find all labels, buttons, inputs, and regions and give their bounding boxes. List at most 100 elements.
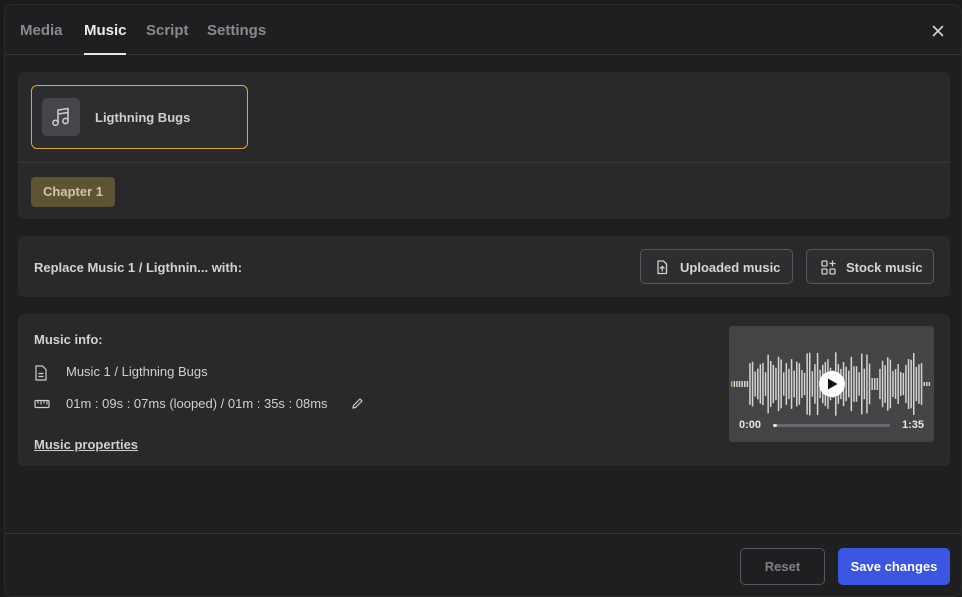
waveform-bar [868,363,871,405]
waveform-bar [770,361,772,407]
tab-music[interactable]: Music [84,22,127,39]
replace-panel: Replace Music 1 / Ligthnin... with: Uplo… [18,236,950,297]
waveform-bar [876,378,879,390]
ruler-icon [34,399,50,409]
music-dialog: Media Music Script Settings Ligthning Bu… [4,4,962,597]
waveform-bar [796,361,798,407]
close-button[interactable] [930,23,946,39]
waveform-bar [803,372,806,396]
waveform-bar [850,357,853,411]
waveform-bar [741,381,743,387]
waveform-bar [884,365,886,403]
tab-settings[interactable]: Settings [207,22,266,39]
tab-bar: Media Music Script Settings [5,5,961,55]
waveform-bar [754,371,756,397]
stock-music-label: Stock music [846,260,923,275]
waveform-bar [775,367,777,401]
waveform-bar [853,366,855,402]
waveform-bar [759,364,762,404]
waveform-bar [811,371,814,397]
waveform-bar [764,372,767,396]
tab-script[interactable]: Script [146,22,189,39]
waveform-bar [736,381,738,387]
waveform-bar [858,372,860,396]
track-name: Ligthning Bugs [95,110,191,125]
waveform-bar [783,372,785,396]
waveform-bar [881,360,884,408]
waveform-bar [907,359,910,409]
waveform-bar [801,370,803,398]
audio-player: 0:00 1:35 [729,326,934,442]
waveform-bar [923,382,925,386]
waveform-bar [757,368,759,400]
music-track-card[interactable]: Ligthning Bugs [31,85,248,149]
waveform-bar [848,370,850,398]
waveform-bar [920,363,923,405]
waveform-bar [926,382,928,386]
waveform-bar [772,365,775,404]
music-info-panel: Music info: Music 1 / Ligthning Bugs 01m… [18,314,950,466]
chapter-chip[interactable]: Chapter 1 [31,177,115,207]
waveform-bar [892,371,894,397]
waveform-bar [749,363,751,405]
waveform-bar [788,368,790,400]
seek-progress [773,424,777,427]
waveform-bar [915,366,918,402]
waveform-bar [905,364,907,403]
uploaded-music-button[interactable]: Uploaded music [640,249,793,284]
waveform-bar [767,354,769,414]
waveform-bar [806,353,808,415]
music-properties-link[interactable]: Music properties [34,437,138,452]
waveform-bar [866,354,868,414]
waveform-bar [887,357,889,411]
waveform-bar [798,363,801,405]
stock-music-button[interactable]: Stock music [806,249,934,284]
music-file-name: Music 1 / Ligthning Bugs [66,364,208,379]
waveform-bar [894,369,897,399]
waveform-bar [785,363,788,405]
waveform-bar [889,359,892,409]
waveform-bar [861,353,863,415]
stock-library-icon [821,260,836,275]
play-button[interactable] [819,371,845,397]
replace-label: Replace Music 1 / Ligthnin... with: [34,260,243,275]
waveform-bar [900,372,902,396]
waveform-bar [928,382,931,386]
total-time: 1:35 [902,419,925,431]
waveform-bar [897,364,899,404]
current-time: 0:00 [739,419,762,431]
divider [18,162,950,163]
music-duration: 01m : 09s : 07ms (looped) / 01m : 35s : … [66,396,328,411]
waveform-bar [845,366,847,402]
waveform-bar [731,381,733,387]
waveform-bar [744,381,746,387]
footer-divider [5,533,961,534]
play-icon [828,378,838,390]
document-icon [35,365,47,381]
waveform-bar [863,368,866,400]
waveform-bar [855,366,858,402]
waveform-bar [790,359,793,409]
waveform-bar [913,353,915,415]
waveform-bar [918,364,920,404]
waveform-bar [751,361,754,407]
waveform-bar [871,378,873,390]
tab-media[interactable]: Media [20,22,63,39]
waveform-bar [814,364,816,404]
music-note-icon [52,107,69,127]
waveform-bar [733,381,736,387]
save-changes-button[interactable]: Save changes [838,548,950,585]
upload-file-icon [657,260,668,275]
active-tab-indicator [84,53,126,55]
waveform-bar [777,356,780,412]
edit-pencil-icon[interactable] [351,397,364,410]
track-thumbnail [42,98,80,136]
waveform-bar [910,359,912,409]
waveform-bar [879,368,881,400]
waveform-bar [874,378,876,390]
reset-button[interactable]: Reset [740,548,825,585]
music-info-title: Music info: [34,332,103,347]
close-icon [932,25,944,37]
waveform-bar [780,359,782,409]
seek-bar[interactable] [773,424,890,427]
